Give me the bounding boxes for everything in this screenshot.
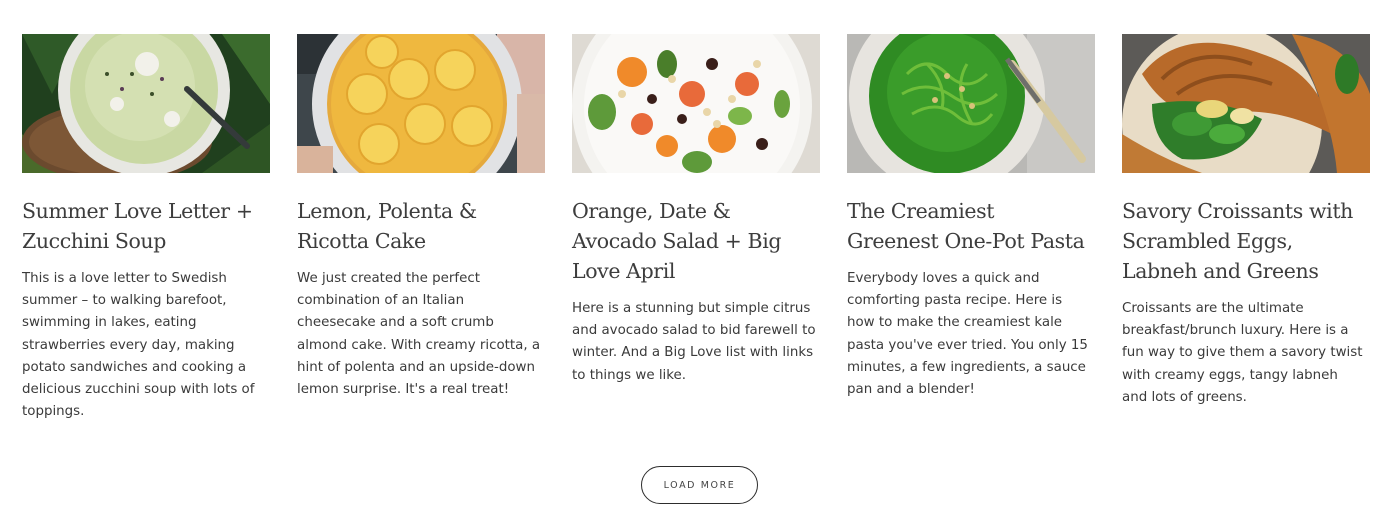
post-image-zucchini-soup[interactable] xyxy=(22,34,270,173)
post-card[interactable]: Orange, Date & Avocado Salad + Big Love … xyxy=(572,34,820,423)
post-title[interactable]: Summer Love Letter + Zucchini Soup xyxy=(22,196,270,256)
post-card[interactable]: Lemon, Polenta & Ricotta Cake We just cr… xyxy=(297,34,545,423)
post-title[interactable]: Lemon, Polenta & Ricotta Cake xyxy=(297,196,545,256)
post-excerpt: Croissants are the ultimate breakfast/br… xyxy=(1122,301,1363,405)
load-more-button[interactable]: LOAD MORE xyxy=(641,466,758,504)
post-image-savory-croissants[interactable] xyxy=(1122,34,1370,173)
post-title[interactable]: Savory Croissants with Scrambled Eggs, L… xyxy=(1122,196,1370,286)
post-excerpt: This is a love letter to Swedish summer … xyxy=(22,271,255,420)
post-card[interactable]: Savory Croissants with Scrambled Eggs, L… xyxy=(1122,34,1370,423)
post-card[interactable]: Summer Love Letter + Zucchini Soup This … xyxy=(22,34,270,423)
post-grid: Summer Love Letter + Zucchini Soup This … xyxy=(22,34,1372,423)
post-title[interactable]: The Creamiest Greenest One-Pot Pasta xyxy=(847,196,1095,256)
post-excerpt: Everybody loves a quick and comforting p… xyxy=(847,271,1088,398)
post-image-lemon-cake[interactable] xyxy=(297,34,545,173)
post-title[interactable]: Orange, Date & Avocado Salad + Big Love … xyxy=(572,196,820,286)
post-image-orange-salad[interactable] xyxy=(572,34,820,173)
post-excerpt: Here is a stunning but simple citrus and… xyxy=(572,301,816,383)
post-excerpt: We just created the perfect combination … xyxy=(297,271,541,398)
post-card[interactable]: The Creamiest Greenest One-Pot Pasta Eve… xyxy=(847,34,1095,423)
post-image-green-pasta[interactable] xyxy=(847,34,1095,173)
